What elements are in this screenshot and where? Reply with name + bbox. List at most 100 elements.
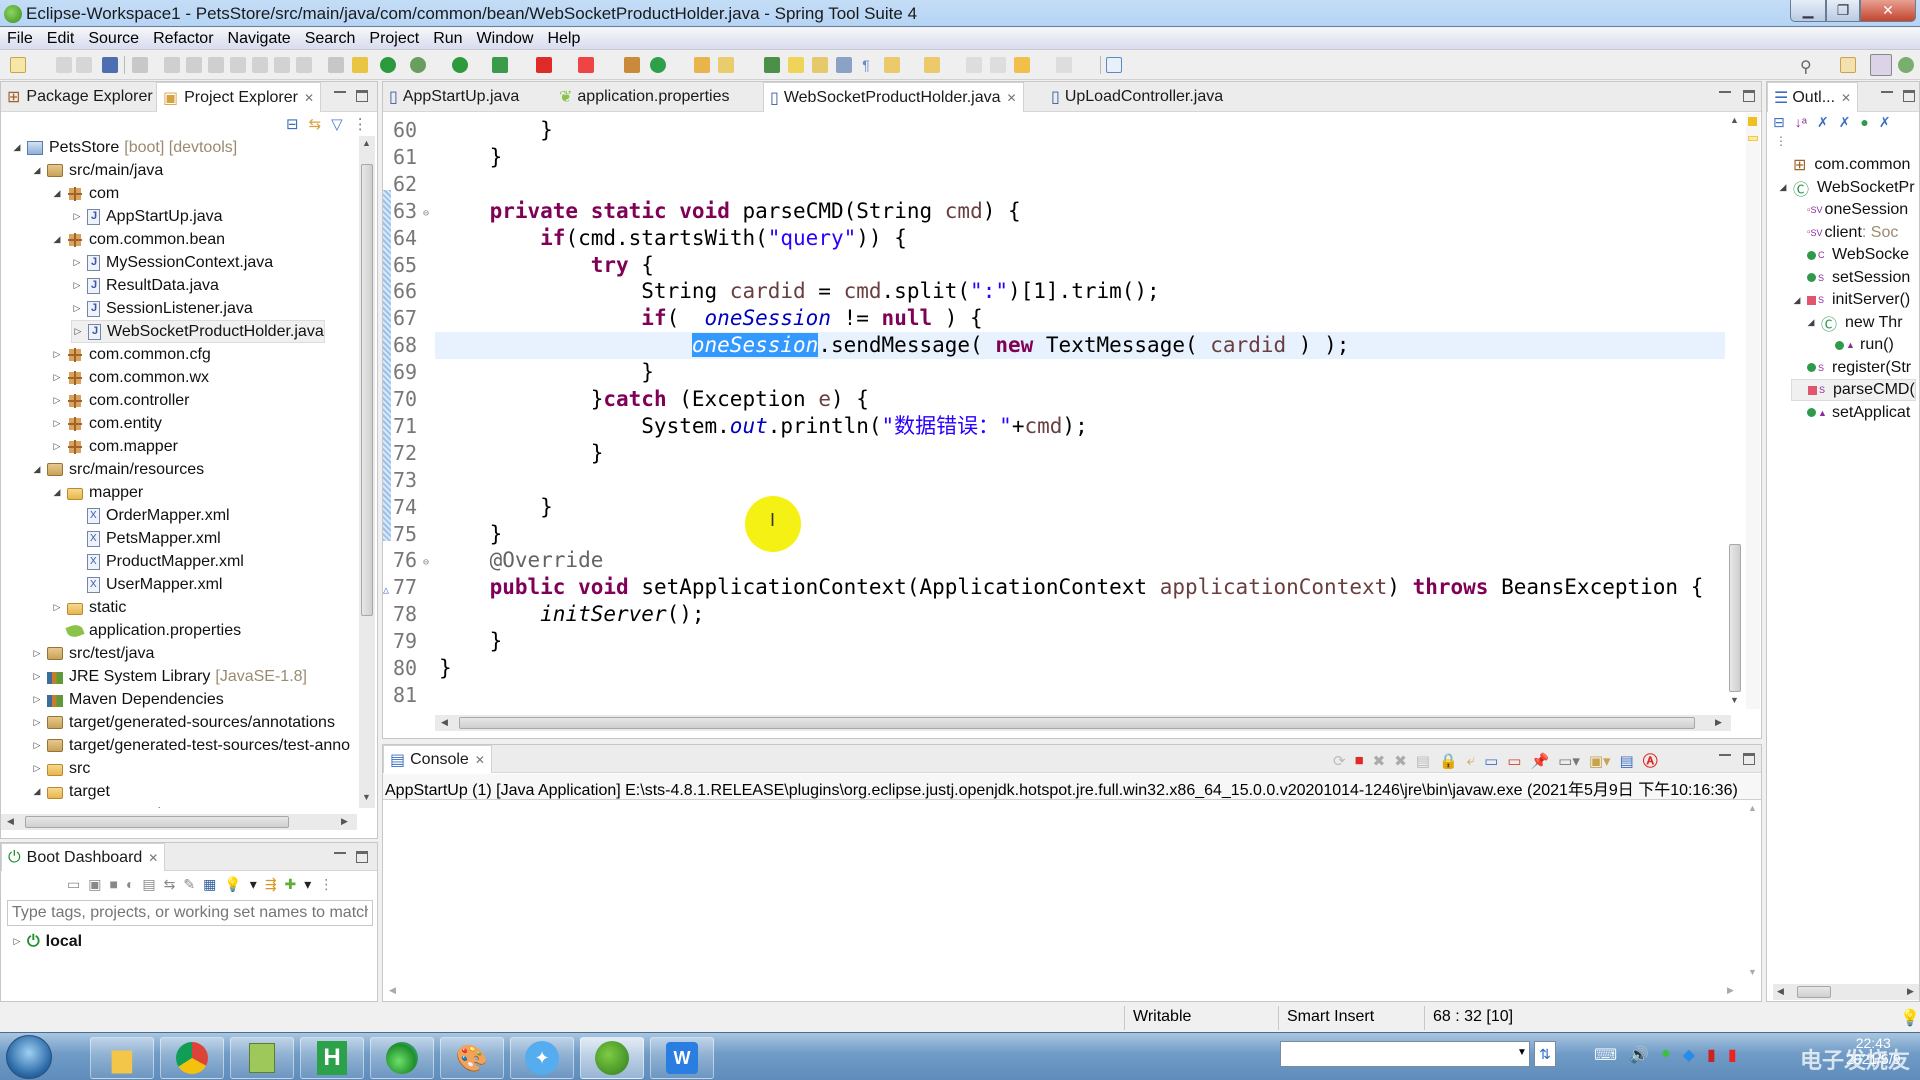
dropdown-arrow-icon[interactable]: ▾ (304, 876, 311, 893)
tree-item[interactable]: PetsMapper.xml (71, 527, 221, 550)
word-wrap-icon[interactable]: ⤶ (1467, 752, 1475, 769)
minimize-view-icon[interactable] (1719, 754, 1731, 758)
tree-hscroll-thumb[interactable] (25, 816, 289, 828)
expand-arrow-icon[interactable]: ▷ (51, 372, 63, 383)
boot-dashboard-item-local[interactable]: ▷ ⏻ local (11, 930, 83, 953)
dropbox-icon[interactable]: ◆ (1683, 1045, 1695, 1065)
tree-item[interactable]: ◢ src/main/java (31, 159, 164, 182)
open-console-icon[interactable]: ▣▾ (1589, 752, 1611, 770)
menu-project[interactable]: Project (362, 30, 426, 48)
menu-search[interactable]: Search (298, 30, 363, 48)
forward-history-icon[interactable] (1056, 57, 1072, 73)
tab-appstartup-java[interactable]: ▯ AppStartUp.java (383, 82, 525, 112)
tab-package-explorer[interactable]: ⊞ Package Explorer (1, 82, 159, 112)
expand-arrow-icon[interactable]: ◢ (1791, 295, 1803, 306)
view-menu-icon[interactable]: ⋮ (319, 876, 333, 893)
minimize-view-icon[interactable] (334, 852, 346, 856)
tree-item[interactable]: ◢ PetsStore [boot] [devtools] (11, 136, 238, 159)
scroll-right-arrow-icon[interactable]: ▶ (1727, 985, 1734, 996)
tree-item[interactable]: ▷ src (31, 757, 91, 780)
editor-hscroll-thumb[interactable] (459, 717, 1695, 729)
maximize-view-icon[interactable] (1903, 90, 1915, 102)
tab-boot-dashboard[interactable]: ⏻ Boot Dashboard ✕ (1, 843, 166, 871)
status-insert-mode[interactable]: Smart Insert (1287, 1008, 1374, 1028)
fold-toggle-icon[interactable]: ⊖ (423, 201, 429, 228)
menu-help[interactable]: Help (540, 30, 587, 48)
maximize-editor-icon[interactable] (1743, 90, 1755, 102)
spring-boot-icon[interactable] (380, 57, 396, 73)
minimize-view-icon[interactable] (1881, 91, 1893, 95)
sort-icon[interactable]: ↓ᵃ (1795, 114, 1807, 131)
expand-arrow-icon[interactable]: ◢ (1777, 182, 1789, 193)
tree-item[interactable]: ▷ ResultData.java (71, 274, 219, 297)
disconnect-icon[interactable] (230, 57, 246, 73)
relaunch-icon[interactable]: ⟳ (1333, 752, 1346, 770)
menu-run[interactable]: Run (426, 30, 469, 48)
expand-arrow-icon[interactable]: ▷ (51, 418, 63, 429)
tree-item[interactable]: ▷ src/test/java (31, 642, 155, 665)
menu-file[interactable]: File (0, 30, 40, 48)
close-tab-icon[interactable]: ✕ (148, 851, 158, 865)
next-annotation-icon[interactable] (884, 57, 900, 73)
run-icon[interactable] (452, 57, 468, 73)
taskbar-spring-tool-suite[interactable] (580, 1037, 644, 1079)
scroll-right-arrow-icon[interactable]: ▶ (1907, 986, 1914, 997)
hide-static-icon[interactable]: ✗ (1839, 114, 1851, 131)
tree-item[interactable]: ▷ com.common.wx (51, 366, 209, 389)
ansi-console-icon[interactable]: Ⓐ (1643, 750, 1658, 771)
expand-arrow-icon[interactable]: ◢ (31, 464, 43, 475)
search-icon[interactable] (718, 57, 734, 73)
fold-toggle-icon[interactable]: ⊖ (423, 550, 429, 577)
filter-icon[interactable]: ▽ (331, 115, 343, 133)
taskbar-app-globe[interactable] (370, 1037, 434, 1079)
expand-arrow-icon[interactable]: ▷ (31, 671, 43, 682)
outline-item[interactable]: ▫ SV client : Soc (1791, 222, 1898, 244)
restart-debug-icon[interactable]: ▣ (88, 876, 101, 893)
editor-scroll-thumb[interactable] (1729, 544, 1741, 692)
expand-arrow-icon[interactable]: ▷ (71, 303, 83, 314)
show-on-stderr-icon[interactable]: ▭ (1507, 752, 1521, 770)
outline-item[interactable]: ⊞ com.common (1777, 154, 1910, 176)
recorder-icon[interactable]: ▮ (1707, 1045, 1716, 1065)
expand-arrow-icon[interactable]: ▷ (71, 257, 83, 268)
new-java-package-icon[interactable] (624, 57, 640, 73)
taskbar-notepadpp[interactable] (230, 1037, 294, 1079)
expand-arrow-icon[interactable]: ▷ (71, 280, 83, 291)
step-return-icon[interactable] (296, 57, 312, 73)
tree-item[interactable]: ▷ com.entity (51, 412, 162, 435)
debug-icon[interactable] (410, 57, 426, 73)
hide-non-public-icon[interactable]: ● (1860, 114, 1868, 131)
clear-console-icon[interactable]: ▤ (1416, 752, 1430, 770)
maximize-view-icon[interactable] (356, 851, 368, 863)
hide-fields-icon[interactable]: ✗ (1817, 114, 1829, 131)
expand-arrow-icon[interactable]: ◢ (51, 487, 63, 498)
expand-arrow-icon[interactable]: ▷ (31, 694, 43, 705)
stop-icon[interactable]: ■ (109, 876, 117, 892)
boot-dashboard-filter-input[interactable] (7, 900, 373, 926)
expand-arrow-icon[interactable]: ▷ (51, 602, 63, 613)
properties-icon[interactable]: ▦ (203, 876, 216, 893)
block-selection-icon[interactable] (836, 57, 852, 73)
suspend-icon[interactable] (186, 57, 202, 73)
outline-horizontal-scrollbar[interactable]: ◀ ▶ (1773, 984, 1919, 1000)
hide-local-types-icon[interactable]: ✗ (1879, 114, 1891, 131)
deploy-icon[interactable]: ⇶ (265, 876, 277, 893)
start-button[interactable] (6, 1035, 52, 1079)
expand-arrow-icon[interactable]: ◢ (51, 234, 63, 245)
scroll-left-arrow-icon[interactable]: ◀ (1777, 986, 1784, 997)
taskbar-wps[interactable]: W (650, 1037, 714, 1079)
expand-arrow-icon[interactable]: ◢ (31, 786, 43, 797)
expand-arrow-icon[interactable]: ▷ (31, 648, 43, 659)
terminate-icon[interactable] (208, 57, 224, 73)
pin-icon[interactable] (764, 57, 780, 73)
taskbar-hbuilder[interactable]: H (300, 1037, 364, 1079)
tree-item[interactable]: ▷ com.controller (51, 389, 189, 412)
link-with-editor-icon[interactable]: ⇆ (309, 115, 322, 133)
open-console-icon[interactable]: ▤ (142, 876, 155, 893)
scroll-up-arrow-icon[interactable]: ▲ (1730, 115, 1739, 125)
tab-project-explorer[interactable]: ▣ Project Explorer ✕ (156, 82, 322, 112)
new-class-icon[interactable] (650, 57, 666, 73)
maximize-view-icon[interactable] (356, 90, 368, 102)
highlight-icon[interactable] (788, 57, 804, 73)
minimize-view-icon[interactable] (334, 91, 346, 95)
